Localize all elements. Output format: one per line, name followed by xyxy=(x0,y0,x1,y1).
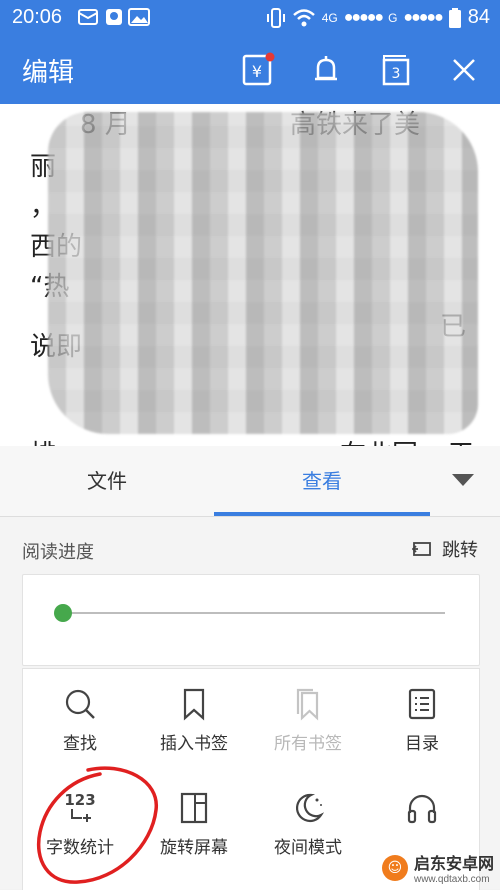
doc-text: 在北国 xyxy=(340,434,418,446)
all-bookmarks-button[interactable]: 所有书签 xyxy=(251,669,365,769)
search-label: 查找 xyxy=(63,734,97,754)
bookmarks-icon xyxy=(296,688,319,721)
network-4g: 4G xyxy=(321,10,338,25)
tabs-button[interactable]: 3 xyxy=(378,52,414,88)
insert-bookmark-label: 插入书签 xyxy=(160,734,228,754)
word-count-icon: 123 xyxy=(64,791,96,822)
mail-icon xyxy=(78,7,98,32)
tabs-icon: 3 xyxy=(382,55,410,86)
toc-label: 目录 xyxy=(405,734,439,754)
notification-icon xyxy=(104,7,124,32)
notifications-button[interactable] xyxy=(308,52,344,88)
battery-icon xyxy=(448,7,461,28)
close-icon xyxy=(453,59,475,81)
tab-view[interactable]: 查看 xyxy=(214,446,430,516)
progress-track[interactable] xyxy=(55,612,445,614)
battery-level: 84 xyxy=(467,6,490,28)
status-time: 20:06 xyxy=(12,6,63,28)
bell-icon xyxy=(315,56,337,81)
wallet-symbol: ¥ xyxy=(252,62,262,81)
jump-button[interactable]: 跳转 xyxy=(412,536,478,562)
jump-label: 跳转 xyxy=(442,540,478,561)
progress-slider-handle[interactable] xyxy=(53,604,72,622)
jump-icon xyxy=(412,542,431,556)
headphones-icon xyxy=(407,794,437,824)
search-button[interactable]: 查找 xyxy=(23,669,137,769)
insert-bookmark-button[interactable]: 插入书签 xyxy=(137,669,251,769)
rotate-screen-button[interactable]: 旋转屏幕 xyxy=(137,773,251,873)
night-mode-button[interactable]: 夜间模式 xyxy=(251,773,365,873)
word-count-icon-text: 123 xyxy=(64,791,95,809)
all-bookmarks-label: 所有书签 xyxy=(274,734,342,754)
rotate-screen-icon xyxy=(180,792,208,824)
wallet-button[interactable]: ¥ xyxy=(240,52,276,88)
toc-button[interactable]: 目录 xyxy=(365,669,479,769)
watermark-name: 启东安卓网 xyxy=(413,854,494,873)
word-count-label: 字数统计 xyxy=(46,838,114,858)
search-icon xyxy=(65,689,95,719)
doc-text: 排 xyxy=(30,434,56,446)
app-bar: 编辑 ¥ 3 xyxy=(0,36,500,104)
watermark-logo-icon: ☺ xyxy=(381,854,408,881)
collapse-panel-icon[interactable] xyxy=(452,474,474,486)
reading-progress-label: 阅读进度 xyxy=(22,542,94,563)
panel-tabs: 文件 查看 xyxy=(0,446,500,517)
redacted-content xyxy=(48,112,478,434)
wallet-icon: ¥ xyxy=(242,52,275,86)
watermark-url: www.qdtaxb.com xyxy=(413,874,490,885)
night-mode-label: 夜间模式 xyxy=(274,838,342,858)
doc-text: 天 xyxy=(448,434,474,446)
image-icon xyxy=(128,7,150,32)
tab-file[interactable]: 文件 xyxy=(0,446,214,516)
wifi-icon xyxy=(292,8,315,26)
tabs-count: 3 xyxy=(392,66,401,82)
rotate-screen-label: 旋转屏幕 xyxy=(160,838,228,858)
vibrate-icon xyxy=(266,7,285,28)
word-count-button[interactable]: 123 字数统计 xyxy=(23,773,137,873)
toc-icon xyxy=(408,688,436,720)
bookmark-icon xyxy=(183,688,205,721)
network-g: G xyxy=(388,10,398,25)
signal-1: ●●●●● xyxy=(343,8,384,26)
tab-indicator xyxy=(214,512,430,516)
bottom-panel: 文件 查看 阅读进度 跳转 查找 插入书签 所有书签 目录 123 字数统计 旋… xyxy=(0,446,500,890)
close-button[interactable] xyxy=(446,52,482,88)
page-title: 编辑 xyxy=(22,58,75,88)
watermark: ☺ 启东安卓网 www.qdtaxb.com xyxy=(381,850,494,885)
signal-2: ●●●●● xyxy=(403,8,443,26)
progress-card xyxy=(22,574,480,666)
status-bar: 20:06 4G ●●●●● G ●●●●● 84 xyxy=(0,0,500,36)
night-mode-icon xyxy=(296,793,325,822)
document-view[interactable]: 8 月 高铁来了美 丽 ， 西 的 “热 说即 已 排 在北国 天 xyxy=(0,104,500,446)
